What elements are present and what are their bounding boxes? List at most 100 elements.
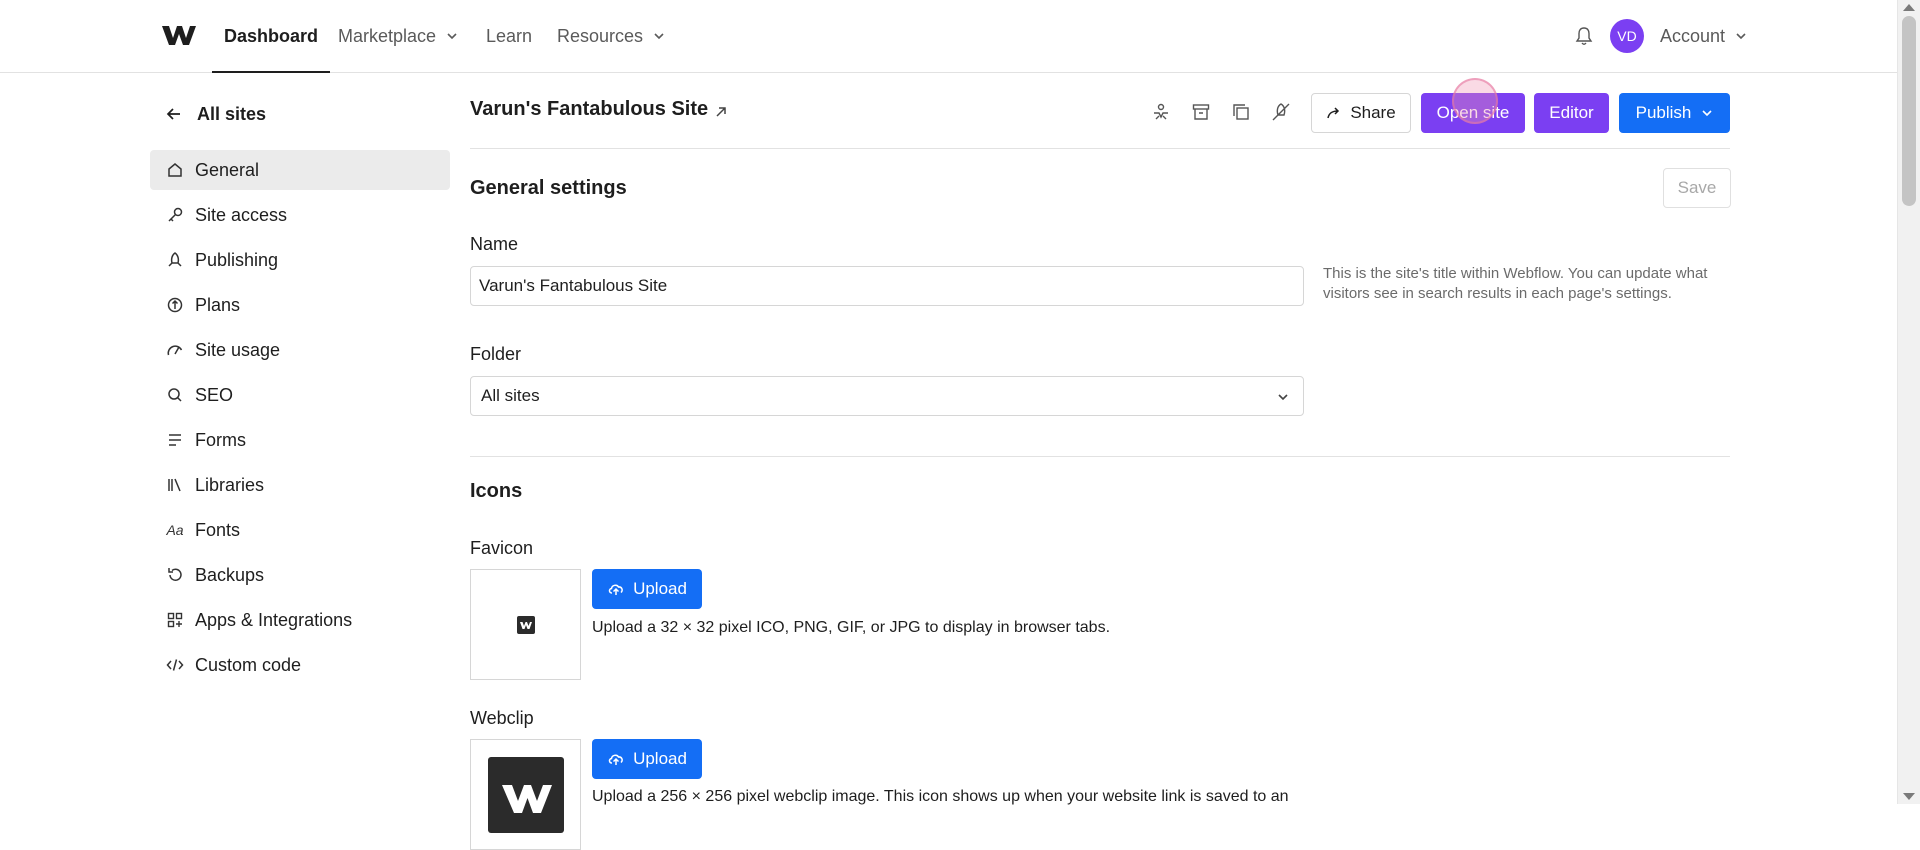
chevron-down-icon bbox=[654, 33, 664, 40]
webclip-upload-label: Upload bbox=[633, 749, 687, 768]
home-icon bbox=[165, 160, 185, 180]
page-scrollbar[interactable] bbox=[1897, 0, 1920, 804]
cloud-upload-icon bbox=[608, 754, 623, 765]
sidebar-item-site-usage[interactable]: Site usage bbox=[150, 330, 450, 370]
scroll-up-arrow-icon[interactable] bbox=[1903, 4, 1915, 11]
sidebar-item-backups[interactable]: Backups bbox=[150, 555, 450, 595]
save-button[interactable]: Save bbox=[1663, 168, 1731, 208]
save-button-label: Save bbox=[1677, 178, 1717, 197]
sidebar-item-general[interactable]: General bbox=[150, 150, 450, 190]
favicon-upload-label: Upload bbox=[633, 579, 687, 598]
open-site-button[interactable]: Open site bbox=[1421, 93, 1525, 133]
sidebar-item-seo[interactable]: SEO bbox=[150, 375, 450, 415]
transfer-site-icon[interactable] bbox=[1150, 101, 1172, 123]
favicon-image bbox=[517, 616, 535, 634]
back-link-label: All sites bbox=[197, 103, 267, 124]
sidebar-item-label: Site access bbox=[195, 204, 288, 225]
share-arrow-icon bbox=[1327, 107, 1340, 119]
nav-marketplace[interactable]: Marketplace bbox=[338, 0, 458, 72]
sidebar-item-libraries[interactable]: Libraries bbox=[150, 465, 450, 505]
sidebar-item-label: Backups bbox=[195, 564, 265, 585]
scroll-down-arrow-icon[interactable] bbox=[1903, 793, 1915, 800]
back-to-all-sites-link[interactable]: All sites bbox=[165, 100, 266, 128]
chevron-down-icon bbox=[1736, 33, 1746, 40]
publish-button[interactable]: Publish bbox=[1619, 93, 1730, 133]
site-title: Varun's Fantabulous Site bbox=[470, 98, 709, 120]
external-link-icon[interactable] bbox=[713, 104, 729, 120]
sidebar-item-apps-integrations[interactable]: Apps & Integrations bbox=[150, 600, 450, 640]
arrow-left-icon bbox=[166, 108, 180, 120]
editor-button[interactable]: Editor bbox=[1534, 93, 1609, 133]
folder-label: Folder bbox=[470, 344, 522, 364]
webflow-logo-icon[interactable] bbox=[162, 24, 196, 46]
top-navigation: Dashboard Marketplace Learn Resources VD… bbox=[0, 0, 1898, 73]
scroll-thumb[interactable] bbox=[1902, 16, 1916, 206]
icons-section-title: Icons bbox=[470, 480, 523, 502]
webclip-label: Webclip bbox=[470, 708, 534, 728]
general-settings-title: General settings bbox=[470, 177, 627, 199]
header-divider bbox=[470, 148, 1730, 149]
favicon-preview bbox=[470, 569, 581, 680]
nav-learn-label: Learn bbox=[486, 25, 533, 46]
fonts-icon: Aa bbox=[166, 522, 184, 538]
sidebar-item-fonts[interactable]: Aa Fonts bbox=[150, 510, 450, 550]
nav-learn[interactable]: Learn bbox=[486, 0, 532, 72]
backups-icon bbox=[165, 565, 185, 585]
webflow-logo-icon bbox=[502, 785, 552, 813]
webclip-preview bbox=[470, 739, 581, 850]
nav-marketplace-label: Marketplace bbox=[338, 25, 437, 46]
sidebar-item-publishing[interactable]: Publishing bbox=[150, 240, 450, 280]
folder-select[interactable]: All sites bbox=[470, 376, 1304, 416]
favicon-label: Favicon bbox=[470, 538, 534, 558]
sidebar-item-label: Publishing bbox=[195, 249, 279, 270]
rocket-icon bbox=[165, 250, 185, 270]
sidebar-item-forms[interactable]: Forms bbox=[150, 420, 450, 460]
gauge-icon bbox=[165, 340, 185, 360]
site-name-input[interactable] bbox=[470, 266, 1304, 306]
account-menu[interactable]: Account bbox=[1660, 0, 1747, 72]
search-icon bbox=[165, 385, 185, 405]
open-site-button-label: Open site bbox=[1436, 103, 1510, 122]
publish-button-label: Publish bbox=[1635, 103, 1692, 122]
nav-resources-label: Resources bbox=[557, 25, 644, 46]
apps-icon bbox=[165, 610, 185, 630]
nav-resources[interactable]: Resources bbox=[557, 0, 665, 72]
webflow-logo-icon bbox=[520, 622, 532, 629]
webclip-upload-button[interactable]: Upload bbox=[592, 739, 702, 779]
webclip-image bbox=[488, 757, 564, 833]
avatar[interactable]: VD bbox=[1610, 19, 1644, 53]
archive-icon[interactable] bbox=[1190, 101, 1212, 123]
duplicate-icon[interactable] bbox=[1230, 101, 1252, 123]
editor-button-label: Editor bbox=[1549, 103, 1594, 122]
nav-dashboard[interactable]: Dashboard bbox=[211, 0, 331, 73]
libraries-icon bbox=[165, 475, 185, 495]
code-icon bbox=[165, 655, 185, 675]
sidebar-item-label: General bbox=[195, 159, 260, 180]
account-label: Account bbox=[1660, 25, 1726, 46]
share-button-label: Share bbox=[1350, 103, 1396, 122]
chevron-down-icon bbox=[447, 33, 457, 40]
webclip-description: Upload a 256 × 256 pixel webclip image. … bbox=[592, 788, 1289, 805]
sidebar-item-label: Apps & Integrations bbox=[195, 609, 353, 630]
favicon-description: Upload a 32 × 32 pixel ICO, PNG, GIF, or… bbox=[592, 619, 1111, 636]
favicon-upload-button[interactable]: Upload bbox=[592, 569, 702, 609]
share-button[interactable]: Share bbox=[1311, 93, 1411, 133]
cloud-upload-icon bbox=[608, 584, 623, 595]
forms-icon bbox=[165, 430, 185, 450]
chevron-down-icon bbox=[1278, 394, 1288, 401]
sidebar-item-site-access[interactable]: Site access bbox=[150, 195, 450, 235]
sidebar-item-label: Custom code bbox=[195, 654, 302, 675]
nav-dashboard-label: Dashboard bbox=[224, 25, 319, 46]
chevron-down-icon bbox=[1702, 110, 1712, 117]
unpublish-icon[interactable] bbox=[1270, 101, 1292, 123]
sidebar-item-custom-code[interactable]: Custom code bbox=[150, 645, 450, 685]
sidebar-item-label: Site usage bbox=[195, 339, 281, 360]
section-divider bbox=[470, 456, 1730, 457]
avatar-initials: VD bbox=[1617, 28, 1637, 44]
sidebar-item-plans[interactable]: Plans bbox=[150, 285, 450, 325]
bell-icon[interactable] bbox=[1575, 26, 1593, 46]
sidebar-item-label: Libraries bbox=[195, 474, 265, 495]
key-icon bbox=[165, 205, 185, 225]
name-help-text: This is the site's title within Webflow.… bbox=[1323, 265, 1708, 302]
name-label: Name bbox=[470, 234, 519, 254]
